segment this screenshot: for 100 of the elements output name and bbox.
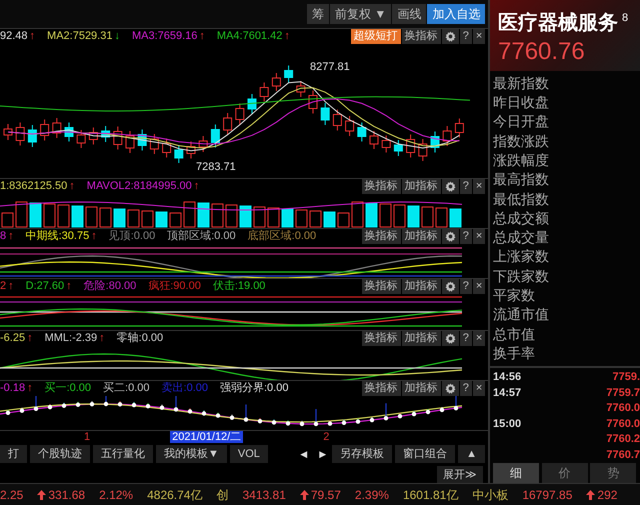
candlestick [210,124,220,148]
template-tab[interactable]: 个股轨迹 [30,445,90,464]
panel-button[interactable]: 加指标 [402,179,441,194]
expand-button[interactable]: 展开≫ [436,466,482,484]
dropdown-button[interactable]: 前复权 ▼ [330,4,392,24]
volume-bar [128,210,140,228]
volume-bar [422,206,434,228]
add-watchlist-button[interactable]: 加入自选 [427,4,486,24]
panel-button[interactable]: ? [460,229,472,244]
candlestick [248,94,256,114]
volume-bar [226,204,238,228]
detail-tab[interactable]: 细 [492,463,539,483]
template-tab[interactable]: VOL [230,445,268,464]
indicator-value: 中期线:30.75 [26,230,90,242]
panel-button[interactable]: × [472,331,486,346]
signal-marker [328,420,332,426]
market-value: 292 [597,486,618,504]
volume-bar [408,206,420,228]
detail-tab[interactable]: 价 [542,463,588,483]
trend-arrow: ↑ [284,30,290,42]
candlestick [382,135,391,153]
field-label: 今日开盘 [492,112,550,132]
signal-marker [216,412,220,418]
settings-button[interactable] [442,229,459,244]
volume-bar [380,204,392,228]
volume-bar [296,210,308,228]
settings-button[interactable] [442,331,459,346]
panel-button[interactable]: ? [460,279,472,294]
volume-bar [366,202,378,228]
indicator-value: 底部区域:0.00 [248,230,316,242]
volume-bar [450,208,462,228]
panel-button[interactable]: 加指标 [402,279,441,294]
volume-bar [310,210,322,228]
candlestick [418,138,428,162]
tick-price: 7759. [612,370,640,385]
settings-button[interactable] [442,29,459,44]
panel-button[interactable]: 换指标 [362,229,401,244]
panel-button[interactable]: 换指标 [362,279,401,294]
market-value: 1601.81亿 [402,486,458,504]
signal-marker [412,410,416,416]
indicator-value: 疯狂:90.00 [148,280,201,292]
volume-bar [352,202,364,228]
trend-arrow: ↑ [30,30,36,42]
tick-price: 7760.7 [606,448,640,462]
panel-button[interactable]: 换指标 [402,29,441,44]
field-label: 总市值 [492,324,536,344]
toolbar-button[interactable]: 筹 [307,4,330,24]
trend-arrow: ↑ [194,180,200,192]
signal-marker [454,396,458,410]
panel-button[interactable]: ? [460,29,472,44]
indicator-value: 顶部区域:0.00 [167,230,236,242]
panel-button[interactable]: ? [460,331,472,346]
panel-button[interactable]: × [472,179,486,194]
panel-button[interactable]: 加指标 [402,229,441,244]
signal-marker [272,418,276,425]
template-tab[interactable]: 五行量化 [93,445,153,464]
volume-bar [142,210,154,228]
toolbar-button[interactable]: 画线 [392,4,426,24]
detail-tab[interactable]: 势 [590,463,636,483]
panel-button[interactable]: 加指标 [402,331,441,346]
trend-arrow: ↑ [99,332,105,344]
panel-button[interactable]: ? [460,179,472,194]
field-label: 总成交量 [492,228,550,248]
field-label: 涨跌幅度 [492,150,550,170]
panel-button[interactable]: 换指标 [362,179,401,194]
panel-button[interactable]: 换指标 [362,381,401,396]
settings-button[interactable] [442,279,459,294]
template-tab[interactable]: 打 [0,445,27,464]
indicator-value: 伏击:19.00 [212,280,266,292]
index-code: 8 [622,11,628,26]
indicator-value: 危险:80.00 [84,280,136,292]
settings-button[interactable] [442,381,459,396]
template-tab[interactable]: 另存模板 [332,445,392,464]
field-label: 最高指数 [492,170,550,190]
panel-button[interactable]: 换指标 [362,331,401,346]
field-label: 最新指数 [492,74,550,93]
settings-icon [444,230,456,242]
panel-button[interactable]: × [472,229,486,244]
panel-button[interactable]: 加指标 [402,381,441,396]
template-tab[interactable]: 我的模板▼ [156,445,227,464]
panel-button[interactable]: × [472,279,486,294]
volume-bar [114,208,126,228]
signal-marker [440,406,444,412]
trend-arrow: ↑ [66,280,72,292]
settings-button[interactable] [442,179,459,194]
panel-button[interactable]: × [472,29,486,44]
panel-button[interactable]: ? [460,381,472,396]
tick-price: 7759.7 [606,386,640,400]
candlestick [150,134,159,154]
indicator-value: 零轴:0.00 [116,332,164,344]
volume-bar [338,212,350,228]
template-tab[interactable]: 窗口组合 [395,445,456,464]
signal-marker [104,396,108,406]
field-label: 流通市值 [492,305,550,324]
market-value: 4826.74亿 [147,486,202,504]
candlestick [52,118,62,138]
panel-button[interactable]: × [472,381,486,396]
template-tab[interactable]: ▲ [458,445,485,464]
signal-marker [230,414,234,420]
candlestick [76,130,86,148]
